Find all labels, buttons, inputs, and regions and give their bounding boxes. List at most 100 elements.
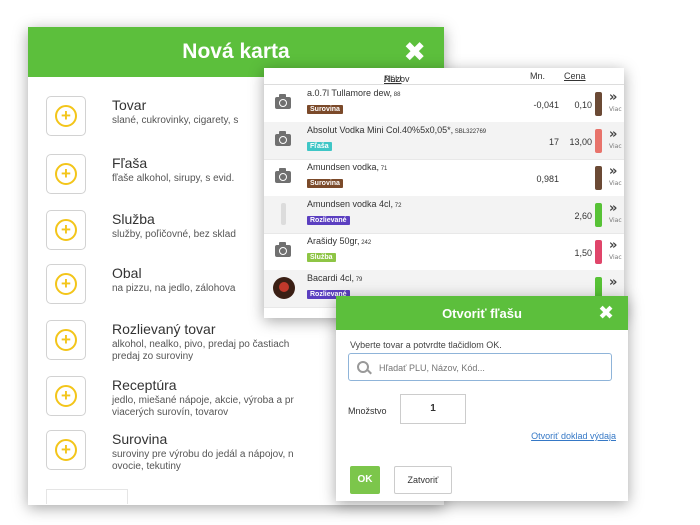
search-input[interactable] — [377, 358, 601, 378]
more-label: Viac — [609, 254, 622, 261]
add-button[interactable]: + — [46, 376, 86, 416]
product-name-text: Arašidy 50gr, — [307, 236, 360, 246]
bottle-icon — [281, 203, 286, 225]
color-indicator — [595, 129, 602, 153]
more-label: Viac — [609, 180, 622, 187]
item-description-line: ovocie, tekutiny — [112, 461, 181, 472]
footer-button[interactable] — [46, 489, 128, 504]
product-plu: 88 — [392, 92, 401, 98]
category-badge: Fľaša — [307, 142, 332, 151]
product-plu: 79 — [354, 277, 363, 283]
more-button[interactable]: » Viac — [609, 164, 622, 190]
price-value: 1,50 — [574, 248, 592, 258]
product-name: Amundsen vodka, 71 — [307, 162, 387, 172]
quantity-input[interactable]: 1 — [400, 394, 466, 424]
close-icon[interactable]: ✖ — [403, 37, 426, 68]
product-name-text: Bacardi 4cl, — [307, 273, 355, 283]
product-name: Bacardi 4cl, 79 — [307, 273, 362, 283]
item-description-line: slané, cukrovinky, cigarety, s — [112, 115, 239, 126]
item-description: slané, cukrovinky, cigarety, s — [112, 115, 238, 127]
item-description: na pizzu, na jedlo, zálohova — [112, 283, 235, 295]
add-button[interactable]: + — [46, 154, 86, 194]
product-plu: SBL322769 — [453, 129, 487, 135]
add-button[interactable]: + — [46, 96, 86, 136]
item-description-line: služby, poľičovné, bez sklad — [112, 229, 236, 240]
plus-icon: + — [55, 273, 77, 295]
chevron-right-icon: » — [609, 127, 618, 142]
column-header-plu[interactable]: PLU — [384, 74, 402, 84]
more-button[interactable]: » Viac — [609, 202, 622, 227]
camera-icon — [275, 168, 291, 183]
table-row[interactable]: Absolut Vodka Mini Col.40%5x0,05*, SBL32… — [264, 122, 624, 160]
color-indicator — [595, 203, 602, 227]
table-row[interactable]: Arašidy 50gr, 242 Služba 1,50 » Viac — [264, 233, 624, 271]
product-name-text: Amundsen vodka 4cl, — [307, 199, 394, 209]
item-description: jedlo, miešané nápoje, akcie, výroba a p… — [112, 395, 294, 419]
plus-icon: + — [55, 105, 77, 127]
table-row[interactable]: a.0.7l Tullamore dew, 88 Surovina -0,041 0,… — [264, 85, 624, 123]
category-badge: Služba — [307, 253, 336, 262]
price-value: 2,60 — [574, 211, 592, 221]
product-plu: 71 — [379, 166, 388, 172]
product-plu: 72 — [393, 203, 402, 209]
close-button[interactable]: Zatvoriť — [394, 466, 452, 494]
more-button[interactable]: » Viac — [609, 90, 622, 116]
item-description-line: suroviny pre výrobu do jedál a nápojov, … — [112, 449, 294, 460]
table-row[interactable]: Amundsen vodka 4cl, 72 Rozlievané 2,60 » Via… — [264, 196, 624, 234]
product-name-text: Absolut Vodka Mini Col.40%5x0,05*, — [307, 125, 454, 135]
item-title: Fľaša — [112, 155, 148, 171]
more-label: Viac — [609, 143, 622, 150]
more-button[interactable]: » Viac — [609, 238, 622, 264]
item-title: Receptúra — [112, 377, 177, 393]
item-description-line: jedlo, miešané nápoje, akcie, výroba a p… — [112, 395, 294, 406]
table-row[interactable]: Amundsen vodka, 71 Surovina 0,981 » Viac — [264, 159, 624, 197]
close-icon[interactable]: ✖ — [598, 302, 614, 324]
price-value: 13,00 — [569, 137, 592, 147]
chevron-right-icon: » — [609, 90, 618, 105]
column-header-mn: Mn. — [530, 71, 546, 81]
more-label: Viac — [609, 106, 622, 113]
camera-icon — [275, 131, 291, 146]
item-description: služby, poľičovné, bez sklad — [112, 229, 236, 241]
open-document-link[interactable]: Otvoriť doklad výdaja — [531, 431, 616, 441]
nova-karta-title: Nová karta — [182, 40, 290, 63]
plus-icon: + — [55, 329, 77, 351]
price-value: 0,10 — [574, 100, 592, 110]
product-list-window: Názov / PLU Mn. Cena a.0.7l Tullamore de… — [264, 68, 624, 318]
add-button[interactable]: + — [46, 264, 86, 304]
item-title: Tovar — [112, 97, 147, 113]
chevron-right-icon: » — [609, 238, 618, 253]
column-header-cena[interactable]: Cena — [564, 71, 586, 81]
quantity-value: 0,981 — [536, 174, 559, 184]
item-description-line: viacerých surovín, tovarov — [112, 407, 229, 418]
quantity-value: 17 — [548, 137, 559, 147]
add-button[interactable]: + — [46, 320, 86, 360]
item-description: suroviny pre výrobu do jedál a nápojov, … — [112, 449, 294, 473]
add-button[interactable]: + — [46, 210, 86, 250]
more-button[interactable]: » — [609, 276, 617, 289]
more-button[interactable]: » Viac — [609, 127, 622, 153]
instruction-text: Vyberte tovar a potvrdte tlačidlom OK. — [350, 340, 502, 350]
plus-icon: + — [55, 219, 77, 241]
item-description-line: fľaše alkohol, sirupy, s evid. — [112, 173, 235, 184]
add-button[interactable]: + — [46, 430, 86, 470]
item-description-line: na pizzu, na jedlo, zálohova — [112, 283, 236, 294]
category-badge: Surovina — [307, 105, 343, 114]
product-name: Arašidy 50gr, 242 — [307, 236, 371, 246]
camera-icon — [275, 242, 291, 257]
item-description: fľaše alkohol, sirupy, s evid. — [112, 173, 234, 185]
chevron-right-icon: » — [609, 164, 618, 179]
quantity-value: -0,041 — [533, 100, 559, 110]
plus-icon: + — [55, 439, 77, 461]
search-box[interactable] — [348, 353, 612, 381]
plus-icon: + — [55, 163, 77, 185]
product-name: Absolut Vodka Mini Col.40%5x0,05*, SBL32… — [307, 125, 486, 135]
otvorit-flasu-header: Otvoriť fľašu ✖ — [336, 296, 628, 330]
product-plu: 242 — [359, 240, 372, 246]
product-name: a.0.7l Tullamore dew, 88 — [307, 88, 400, 98]
quantity-label: Množstvo — [348, 406, 387, 416]
product-list-header: Názov / PLU Mn. Cena — [264, 68, 624, 85]
item-title: Obal — [112, 265, 142, 281]
ok-button[interactable]: OK — [350, 466, 380, 494]
product-name: Amundsen vodka 4cl, 72 — [307, 199, 401, 209]
